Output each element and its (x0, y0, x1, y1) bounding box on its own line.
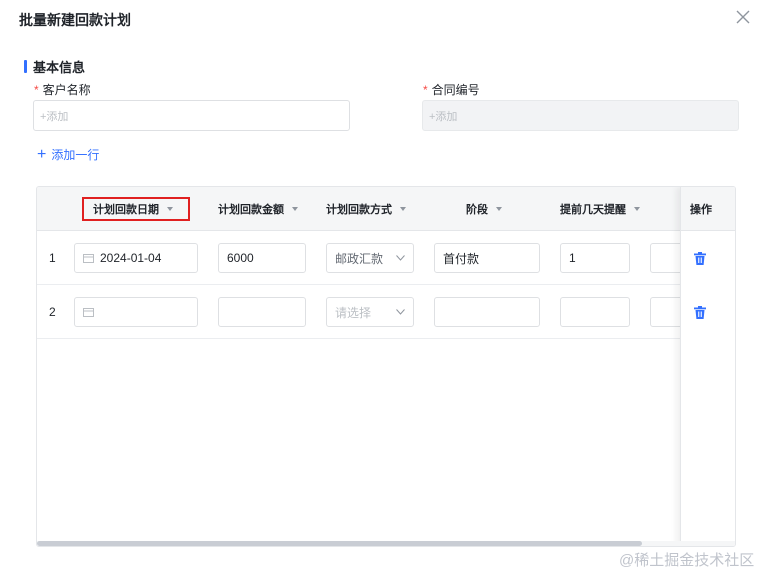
column-header-amount[interactable]: 计划回款金额 (218, 187, 298, 231)
chevron-down-icon (396, 309, 405, 315)
calendar-icon (83, 308, 94, 317)
customer-label: * 客户名称 (34, 83, 91, 97)
scrollbar-thumb[interactable] (37, 541, 642, 546)
sort-caret-icon (400, 207, 406, 211)
plan-table: 计划回款日期 计划回款金额 计划回款方式 阶段 提前几天提醒 1 2024-01… (36, 186, 736, 547)
sort-caret-icon (634, 207, 640, 211)
delete-icon[interactable] (694, 306, 706, 319)
remind-days-input[interactable]: 1 (560, 243, 630, 273)
date-picker[interactable]: 2024-01-04 (74, 243, 198, 273)
operations-column: 操作 (680, 187, 735, 546)
required-marker: * (34, 83, 39, 97)
method-select[interactable]: 邮政汇款 (326, 243, 414, 273)
sort-caret-icon (496, 207, 502, 211)
required-marker: * (423, 83, 428, 97)
customer-input[interactable]: +添加 (33, 100, 350, 131)
close-icon[interactable] (735, 9, 751, 25)
section-header: 基本信息 (24, 59, 86, 75)
row-index: 1 (49, 251, 56, 265)
add-row-button[interactable]: + 添加一行 (37, 146, 99, 163)
sort-caret-icon (167, 207, 173, 211)
horizontal-scrollbar[interactable] (37, 541, 735, 546)
dialog-title: 批量新建回款计划 (19, 12, 131, 28)
stage-input[interactable] (434, 297, 540, 327)
row-index: 2 (49, 305, 56, 319)
calendar-icon (83, 254, 94, 263)
contract-input: +添加 (422, 100, 739, 131)
contract-label: * 合同编号 (423, 83, 480, 97)
column-header-remind[interactable]: 提前几天提醒 (560, 187, 640, 231)
method-select[interactable]: 请选择 (326, 297, 414, 327)
plus-icon: + (37, 145, 47, 163)
amount-input[interactable]: 6000 (218, 243, 306, 273)
remind-days-input[interactable] (560, 297, 630, 327)
column-header-ops: 操作 (681, 187, 735, 231)
column-header-date[interactable]: 计划回款日期 (93, 187, 173, 231)
stage-input[interactable]: 首付款 (434, 243, 540, 273)
date-picker[interactable] (74, 297, 198, 327)
chevron-down-icon (396, 255, 405, 261)
watermark: @稀土掘金技术社区 (619, 552, 755, 569)
delete-icon[interactable] (694, 252, 706, 265)
sort-caret-icon (292, 207, 298, 211)
section-title: 基本信息 (33, 59, 86, 75)
section-accent-bar (24, 59, 27, 73)
column-header-method[interactable]: 计划回款方式 (326, 187, 406, 231)
table-row: 1 2024-01-04 6000 邮政汇款 首付款 1 (37, 231, 735, 285)
column-header-stage[interactable]: 阶段 (466, 187, 502, 231)
table-header: 计划回款日期 计划回款金额 计划回款方式 阶段 提前几天提醒 (37, 187, 735, 231)
table-row: 2 请选择 (37, 285, 735, 339)
amount-input[interactable] (218, 297, 306, 327)
